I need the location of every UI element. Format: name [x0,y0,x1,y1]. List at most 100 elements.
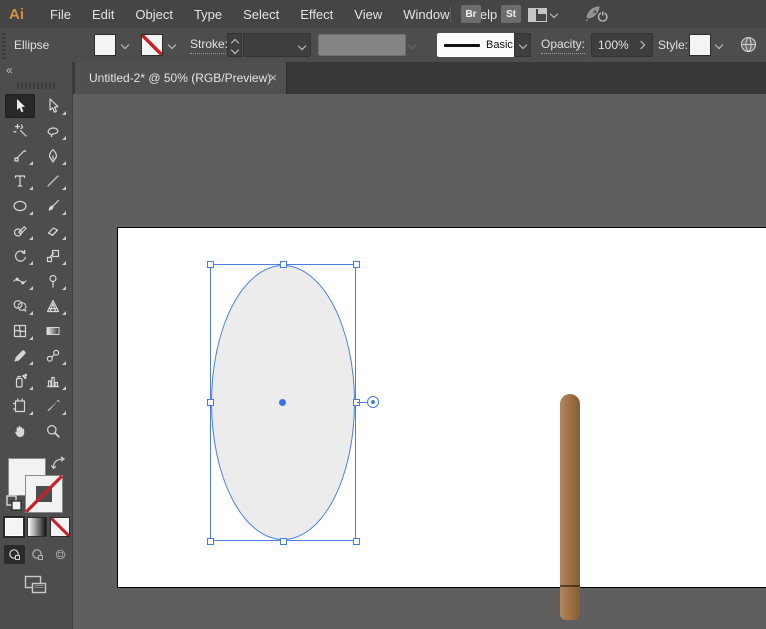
context-label: Ellipse [14,28,49,62]
stroke-color-swatch[interactable] [141,34,163,56]
style-label: Style: [658,28,688,62]
stroke-width-dropdown[interactable] [243,33,311,57]
app-logo: Ai [9,6,29,23]
line-segment-tool[interactable] [38,169,68,193]
pen-tool[interactable] [5,144,35,168]
type-tool[interactable] [5,169,35,193]
gpu-performance-rocket-icon[interactable] [584,5,610,23]
shape-builder-tool[interactable] [5,294,35,318]
artboard-tool[interactable] [5,394,35,418]
draw-behind-button[interactable] [27,545,48,564]
control-bar: Ellipse Stroke: Basic Opacity: 100% Styl… [0,28,766,63]
variable-width-profile-dropdown [318,34,406,56]
gradient-button[interactable] [27,517,47,537]
document-setup-globe-icon[interactable] [740,36,757,53]
document-tab[interactable]: Untitled-2* @ 50% (RGB/Preview) × [75,62,287,94]
menu-select[interactable]: Select [240,7,282,22]
fill-chevron-down-icon[interactable] [117,34,132,56]
stepper-down-icon[interactable] [230,45,240,52]
stroke-width-chevron-down-icon[interactable] [297,41,307,51]
swap-fill-stroke-icon[interactable] [51,456,67,470]
stroke-panel-link[interactable]: Stroke: [190,37,228,54]
bridge-button[interactable]: Br [461,5,481,23]
direct-selection-tool[interactable] [38,94,68,118]
document-tab-title: Untitled-2* @ 50% (RGB/Preview) [89,71,271,85]
color-button[interactable] [4,517,24,537]
shaper-tool[interactable] [5,219,35,243]
collapse-panel-icon[interactable]: « [6,63,13,77]
column-graph-tool[interactable] [38,369,68,393]
tool-grid [3,93,70,443]
menu-edit[interactable]: Edit [89,7,117,22]
menu-bar: Ai File Edit Object Type Select Effect V… [0,0,766,29]
width-tool[interactable] [5,269,35,293]
perspective-grid-tool[interactable] [38,294,68,318]
curvature-tool[interactable] [38,144,68,168]
menu-effect[interactable]: Effect [297,7,336,22]
paintbrush-tool[interactable] [38,194,68,218]
symbol-sprayer-tool[interactable] [5,369,35,393]
zoom-tool[interactable] [38,419,68,443]
blend-tool[interactable] [38,344,68,368]
ellipse-center-point[interactable] [279,399,286,406]
gradient-tool[interactable] [38,319,68,343]
change-screen-mode-icon[interactable] [24,575,50,597]
drawing-mode-buttons [4,545,71,564]
tools-panel: « [0,62,73,629]
fill-color-swatch[interactable] [94,34,116,56]
illustrator-window: Ai File Edit Object Type Select Effect V… [0,0,766,629]
tab-close-icon[interactable]: × [269,62,277,94]
magic-wand-tool[interactable] [5,119,35,143]
brush-definition-dropdown[interactable]: Basic [437,33,514,57]
stroke-color-indicator[interactable] [26,476,62,512]
color-type-buttons [4,517,70,537]
opacity-arrow-right-icon[interactable] [636,40,646,50]
draw-inside-button[interactable] [50,545,71,564]
menu-type[interactable]: Type [191,7,225,22]
stock-button[interactable]: St [501,5,521,23]
menu-view[interactable]: View [351,7,385,22]
eyedropper-tool[interactable] [5,344,35,368]
handle-top-left[interactable] [207,261,214,268]
menu-window[interactable]: Window [400,7,452,22]
puppet-warp-tool[interactable] [38,269,68,293]
brush-stroke-preview [444,44,480,47]
handle-bottom-left[interactable] [207,538,214,545]
menu-file[interactable]: File [47,7,74,22]
handle-top-center[interactable] [280,261,287,268]
control-bar-gripper[interactable] [1,31,6,59]
ellipse-tool[interactable] [5,194,35,218]
selection-tool[interactable] [5,94,35,118]
eraser-tool[interactable] [38,219,68,243]
menu-object[interactable]: Object [132,7,176,22]
pie-widget-handle[interactable] [367,396,379,408]
document-tab-bar: Untitled-2* @ 50% (RGB/Preview) × [73,62,766,94]
rotate-tool[interactable] [5,244,35,268]
handle-top-right[interactable] [353,261,360,268]
workspace-chevron-down-icon[interactable] [549,9,559,19]
default-fill-stroke-icon[interactable] [5,494,23,512]
style-chevron-down-icon[interactable] [711,34,726,56]
panel-gripper[interactable] [17,83,57,89]
handle-bottom-right[interactable] [353,538,360,545]
lasso-tool[interactable] [38,119,68,143]
mesh-tool[interactable] [5,319,35,343]
scale-tool[interactable] [38,244,68,268]
workspace-switcher-icon[interactable] [528,8,547,22]
stepper-up-icon[interactable] [230,38,240,45]
style-swatch[interactable] [689,34,711,56]
brush-chevron-down-icon[interactable] [514,33,531,57]
profile-chevron-down-icon [407,40,417,50]
hand-tool[interactable] [5,419,35,443]
draw-normal-button[interactable] [4,545,25,564]
stroke-chevron-down-icon[interactable] [164,34,179,56]
opacity-panel-link[interactable]: Opacity: [541,37,585,54]
canvas-pasteboard[interactable] [73,94,766,629]
none-button[interactable] [50,517,70,537]
slice-tool[interactable] [38,394,68,418]
stroke-width-stepper[interactable] [227,33,242,57]
handle-middle-left[interactable] [207,399,214,406]
artboard-edge-over-stick [560,585,580,587]
pie-widget-line [357,402,367,403]
handle-bottom-center[interactable] [280,538,287,545]
